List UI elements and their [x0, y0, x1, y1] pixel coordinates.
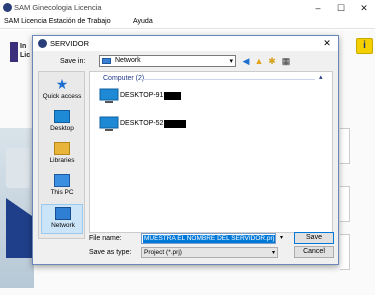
menu-bar: SAM Licencia Estación de Trabajo Ayuda	[0, 16, 375, 29]
view-menu-icon[interactable]: ▦	[280, 55, 292, 67]
star-icon: ★	[55, 76, 69, 92]
libraries-icon	[54, 142, 70, 155]
chevron-down-icon[interactable]: ▾	[277, 233, 286, 244]
computer-icon	[54, 174, 70, 187]
desktop-icon	[54, 110, 70, 123]
collapse-group-icon[interactable]: ▴	[319, 73, 323, 81]
background-logo: In Lic	[8, 42, 32, 62]
main-title-bar: SAM Ginecologia Licencia – ☐ ✕	[0, 0, 375, 16]
places-bar: ★ Quick access Desktop Libraries This PC…	[38, 71, 85, 239]
file-name-value: MUESTRA EL NOMBRE DEL SERVIDOR.prj	[143, 235, 276, 243]
cancel-button[interactable]: Cancel	[294, 246, 334, 258]
save-as-type-value: Project (*.prj)	[144, 249, 182, 256]
close-icon[interactable]: ✕	[353, 0, 375, 16]
background-card	[340, 128, 350, 164]
place-libraries[interactable]: Libraries	[41, 140, 83, 170]
redaction-mark	[164, 120, 186, 128]
minimize-icon[interactable]: –	[307, 0, 329, 16]
place-this-pc[interactable]: This PC	[41, 172, 83, 202]
background-card	[340, 234, 350, 270]
computer-name: DESKTOP-919	[120, 92, 168, 99]
list-item[interactable]: DESKTOP-919	[95, 86, 215, 110]
network-icon	[55, 207, 71, 220]
menu-item-licencia[interactable]: SAM Licencia Estación de Trabajo	[4, 18, 111, 25]
file-list: Computer (2) ▴ DESKTOP-919 DESKTOP-52D	[89, 71, 333, 233]
menu-item-ayuda[interactable]: Ayuda	[133, 18, 153, 25]
up-folder-icon[interactable]: ▲	[253, 55, 265, 67]
computer-name: DESKTOP-52D	[120, 120, 169, 127]
list-item[interactable]: DESKTOP-52D	[95, 114, 215, 138]
maximize-icon[interactable]: ☐	[330, 0, 352, 16]
redaction-mark	[164, 92, 181, 100]
back-icon[interactable]: ◀	[240, 55, 252, 67]
save-as-type-select[interactable]: Project (*.prj) ▾	[141, 247, 278, 258]
computer-icon	[99, 88, 119, 104]
group-header: Computer (2)	[103, 75, 145, 82]
dialog-close-icon[interactable]: ✕	[316, 36, 338, 51]
place-desktop[interactable]: Desktop	[41, 108, 83, 138]
dialog-title-bar: SERVIDOR ✕	[33, 36, 338, 51]
save-as-type-label: Save as type:	[89, 249, 132, 256]
background-splash-image	[0, 128, 34, 288]
help-icon[interactable]: i	[356, 38, 373, 54]
chevron-down-icon: ▾	[229, 58, 233, 65]
save-in-label: Save in:	[60, 58, 86, 65]
dialog-app-icon	[38, 39, 47, 48]
save-button[interactable]: Save	[294, 232, 334, 244]
place-network[interactable]: Network	[41, 204, 83, 234]
network-icon	[102, 58, 111, 64]
background-card	[340, 186, 350, 222]
save-dialog: SERVIDOR ✕ Save in: Network ▾ ◀ ▲ ✱ ▦ ★ …	[32, 35, 339, 265]
computer-icon	[99, 116, 119, 132]
save-in-value: Network	[115, 57, 141, 64]
chevron-down-icon: ▾	[271, 250, 275, 256]
main-window-title: SAM Ginecologia Licencia	[14, 3, 102, 12]
place-quick-access[interactable]: ★ Quick access	[41, 76, 83, 106]
file-name-input[interactable]: MUESTRA EL NOMBRE DEL SERVIDOR.prj	[141, 233, 276, 244]
file-name-label: File name:	[89, 235, 122, 242]
group-divider	[140, 79, 315, 80]
new-folder-icon[interactable]: ✱	[266, 55, 278, 67]
save-in-dropdown[interactable]: Network ▾	[99, 55, 236, 67]
app-logo-icon	[3, 3, 12, 12]
dialog-title: SERVIDOR	[50, 39, 90, 48]
